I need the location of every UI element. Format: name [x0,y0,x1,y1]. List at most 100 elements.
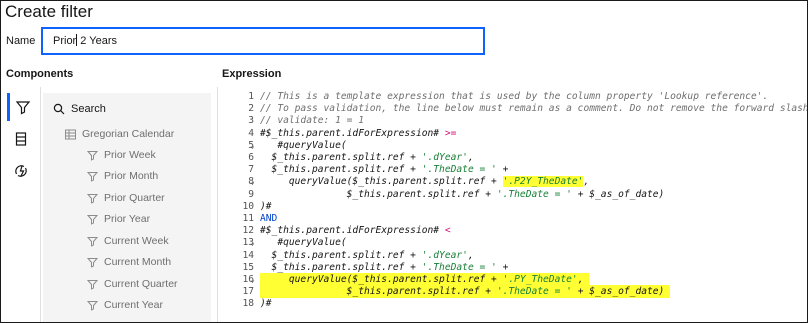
code-line: 18 )# [218,297,807,310]
filter-icon [87,257,98,268]
code-line: 14 $_this.parent.split.ref + '.dYear', [218,249,807,262]
code-line: 4 #$_this.parent.idForExpression# >= [218,127,807,140]
line-number: 11 [242,213,254,224]
code-line: 11 AND [218,212,807,225]
code-line: 16 ⌄ queryValue($_this.parent.split.ref +… [218,273,807,286]
line-number: 17 [242,286,254,298]
filter-icon [87,171,98,182]
tree-item-current-year[interactable]: Current Year [87,297,163,313]
components-heading: Components [6,68,74,80]
name-input-value-end: 2 Years [77,35,117,47]
code-text: #queryValue( [260,237,347,249]
search-icon [53,103,65,115]
filter-icon [87,279,98,290]
tree-item-label: Prior Month [104,170,159,182]
filter-tab[interactable] [7,93,35,121]
line-number: 9 [248,188,254,200]
code-line: 15 $_this.parent.split.ref + '.TheDate =… [218,261,807,274]
code-text: queryValue($_this.parent.split.ref + '.P… [260,176,590,188]
code-text: queryValue($_this.parent.split.ref + '.P… [260,273,590,286]
tree-item-prior-quarter[interactable]: Prior Quarter [87,190,165,206]
code-text: $_this.parent.split.ref + '.dYear', [260,152,474,163]
line-number: 3 [248,115,254,127]
tree-item-label: Prior Week [104,149,156,161]
tree-item-prior-week[interactable]: Prior Week [87,147,156,163]
line-number: 18 [242,298,254,310]
tree-item-label: Current Year [104,299,163,311]
name-label: Name [6,35,36,47]
code-line: 17 $_this.parent.split.ref + '.TheDate =… [218,285,807,299]
filter-icon [87,300,98,311]
create-filter-dialog: Create filter Name Prior 2 Years Compone… [0,0,808,323]
functions-tab[interactable] [7,157,35,185]
tree-item-label: Current Quarter [104,278,178,290]
code-text: $_this.parent.split.ref + '.TheDate = ' … [260,285,671,299]
code-text: )# [260,298,272,310]
name-input-value-start: Prior [53,35,77,47]
code-text: #$_this.parent.idForExpression# < [260,225,451,237]
code-text: )# [260,200,272,212]
code-text: // validate: 1 = 1 [260,115,364,127]
component-tree-panel: Search Gregorian Calendar Prior Week Pri… [43,93,211,322]
filter-icon [87,193,98,204]
tree-item-label: Prior Quarter [104,192,165,204]
tree-item-current-month[interactable]: Current Month [87,254,171,270]
code-text: $_this.parent.split.ref + '.TheDate = ' … [260,261,509,273]
line-number: 6 [248,152,254,163]
filter-icon [87,214,98,225]
tree-item-prior-year[interactable]: Prior Year [87,211,150,227]
data-table-icon [15,132,27,146]
line-number: 2 [248,103,254,115]
tree-item-label: Current Week [104,235,169,247]
code-text: $_this.parent.split.ref + '.TheDate = ' … [260,164,509,176]
filter-icon [87,150,98,161]
code-text: $_this.parent.split.ref + '.TheDate = ' … [260,188,665,200]
filter-icon [87,236,98,247]
expression-heading: Expression [222,68,282,80]
code-line: 2 // To pass validation, the line below m… [218,102,808,115]
tree-item-current-week[interactable]: Current Week [87,233,169,249]
line-number: 1 [248,91,254,102]
line-number: 4 [248,127,254,139]
search-label: Search [71,103,106,115]
function-icon [15,165,27,177]
code-line: 8 ⌄ queryValue($_this.parent.split.ref + … [218,175,807,188]
tree-item-label: Gregorian Calendar [82,128,175,140]
expression-editor[interactable]: 1 // This is a template expression that i… [217,87,808,322]
tree-item-gregorian-calendar[interactable]: Gregorian Calendar [65,126,174,142]
fold-chevron-icon[interactable]: ⌄ [250,273,255,286]
component-rail [1,87,41,322]
line-number: 14 [242,249,254,261]
name-input[interactable]: Prior 2 Years [41,27,485,55]
fold-chevron-icon[interactable]: ⌄ [250,236,255,249]
tree-item-label: Current Month [104,256,172,268]
line-number: 7 [248,164,254,176]
line-number: 12 [242,225,254,237]
tree-item-prior-month[interactable]: Prior Month [87,168,158,184]
code-line: 3 // validate: 1 = 1 [218,114,807,127]
code-text: // To pass validation, the line below mu… [260,103,808,115]
fold-chevron-icon[interactable]: ⌄ [250,175,255,188]
tree-item-label: Prior Year [104,213,151,225]
code-line: 10 )# [218,200,807,213]
code-text: #$_this.parent.idForExpression# >= [260,127,457,139]
tree-item-current-quarter[interactable]: Current Quarter [87,276,178,292]
code-line: 12 #$_this.parent.idForExpression# < [218,224,807,237]
fold-chevron-icon[interactable]: ⌄ [250,139,255,152]
table-icon [65,129,76,139]
code-text: // This is a template expression that is… [260,91,769,102]
filter-icon [15,101,30,115]
code-line: 13 ⌄ #queryValue( [218,236,807,249]
code-line: 5 ⌄ #queryValue( [218,139,807,152]
data-tab[interactable] [7,125,35,153]
line-number: 15 [242,261,254,273]
code-line: 1 // This is a template expression that i… [218,90,807,103]
code-text: $_this.parent.split.ref + '.dYear', [260,249,474,261]
code-text: #queryValue( [260,139,347,151]
code-text: AND [260,213,278,224]
line-number: 10 [242,200,254,212]
code-line: 6 $_this.parent.split.ref + '.dYear', [218,151,807,164]
code-line: 7 $_this.parent.split.ref + '.TheDate = … [218,163,807,176]
search-field[interactable]: Search [53,101,106,117]
dialog-title: Create filter [5,2,93,21]
